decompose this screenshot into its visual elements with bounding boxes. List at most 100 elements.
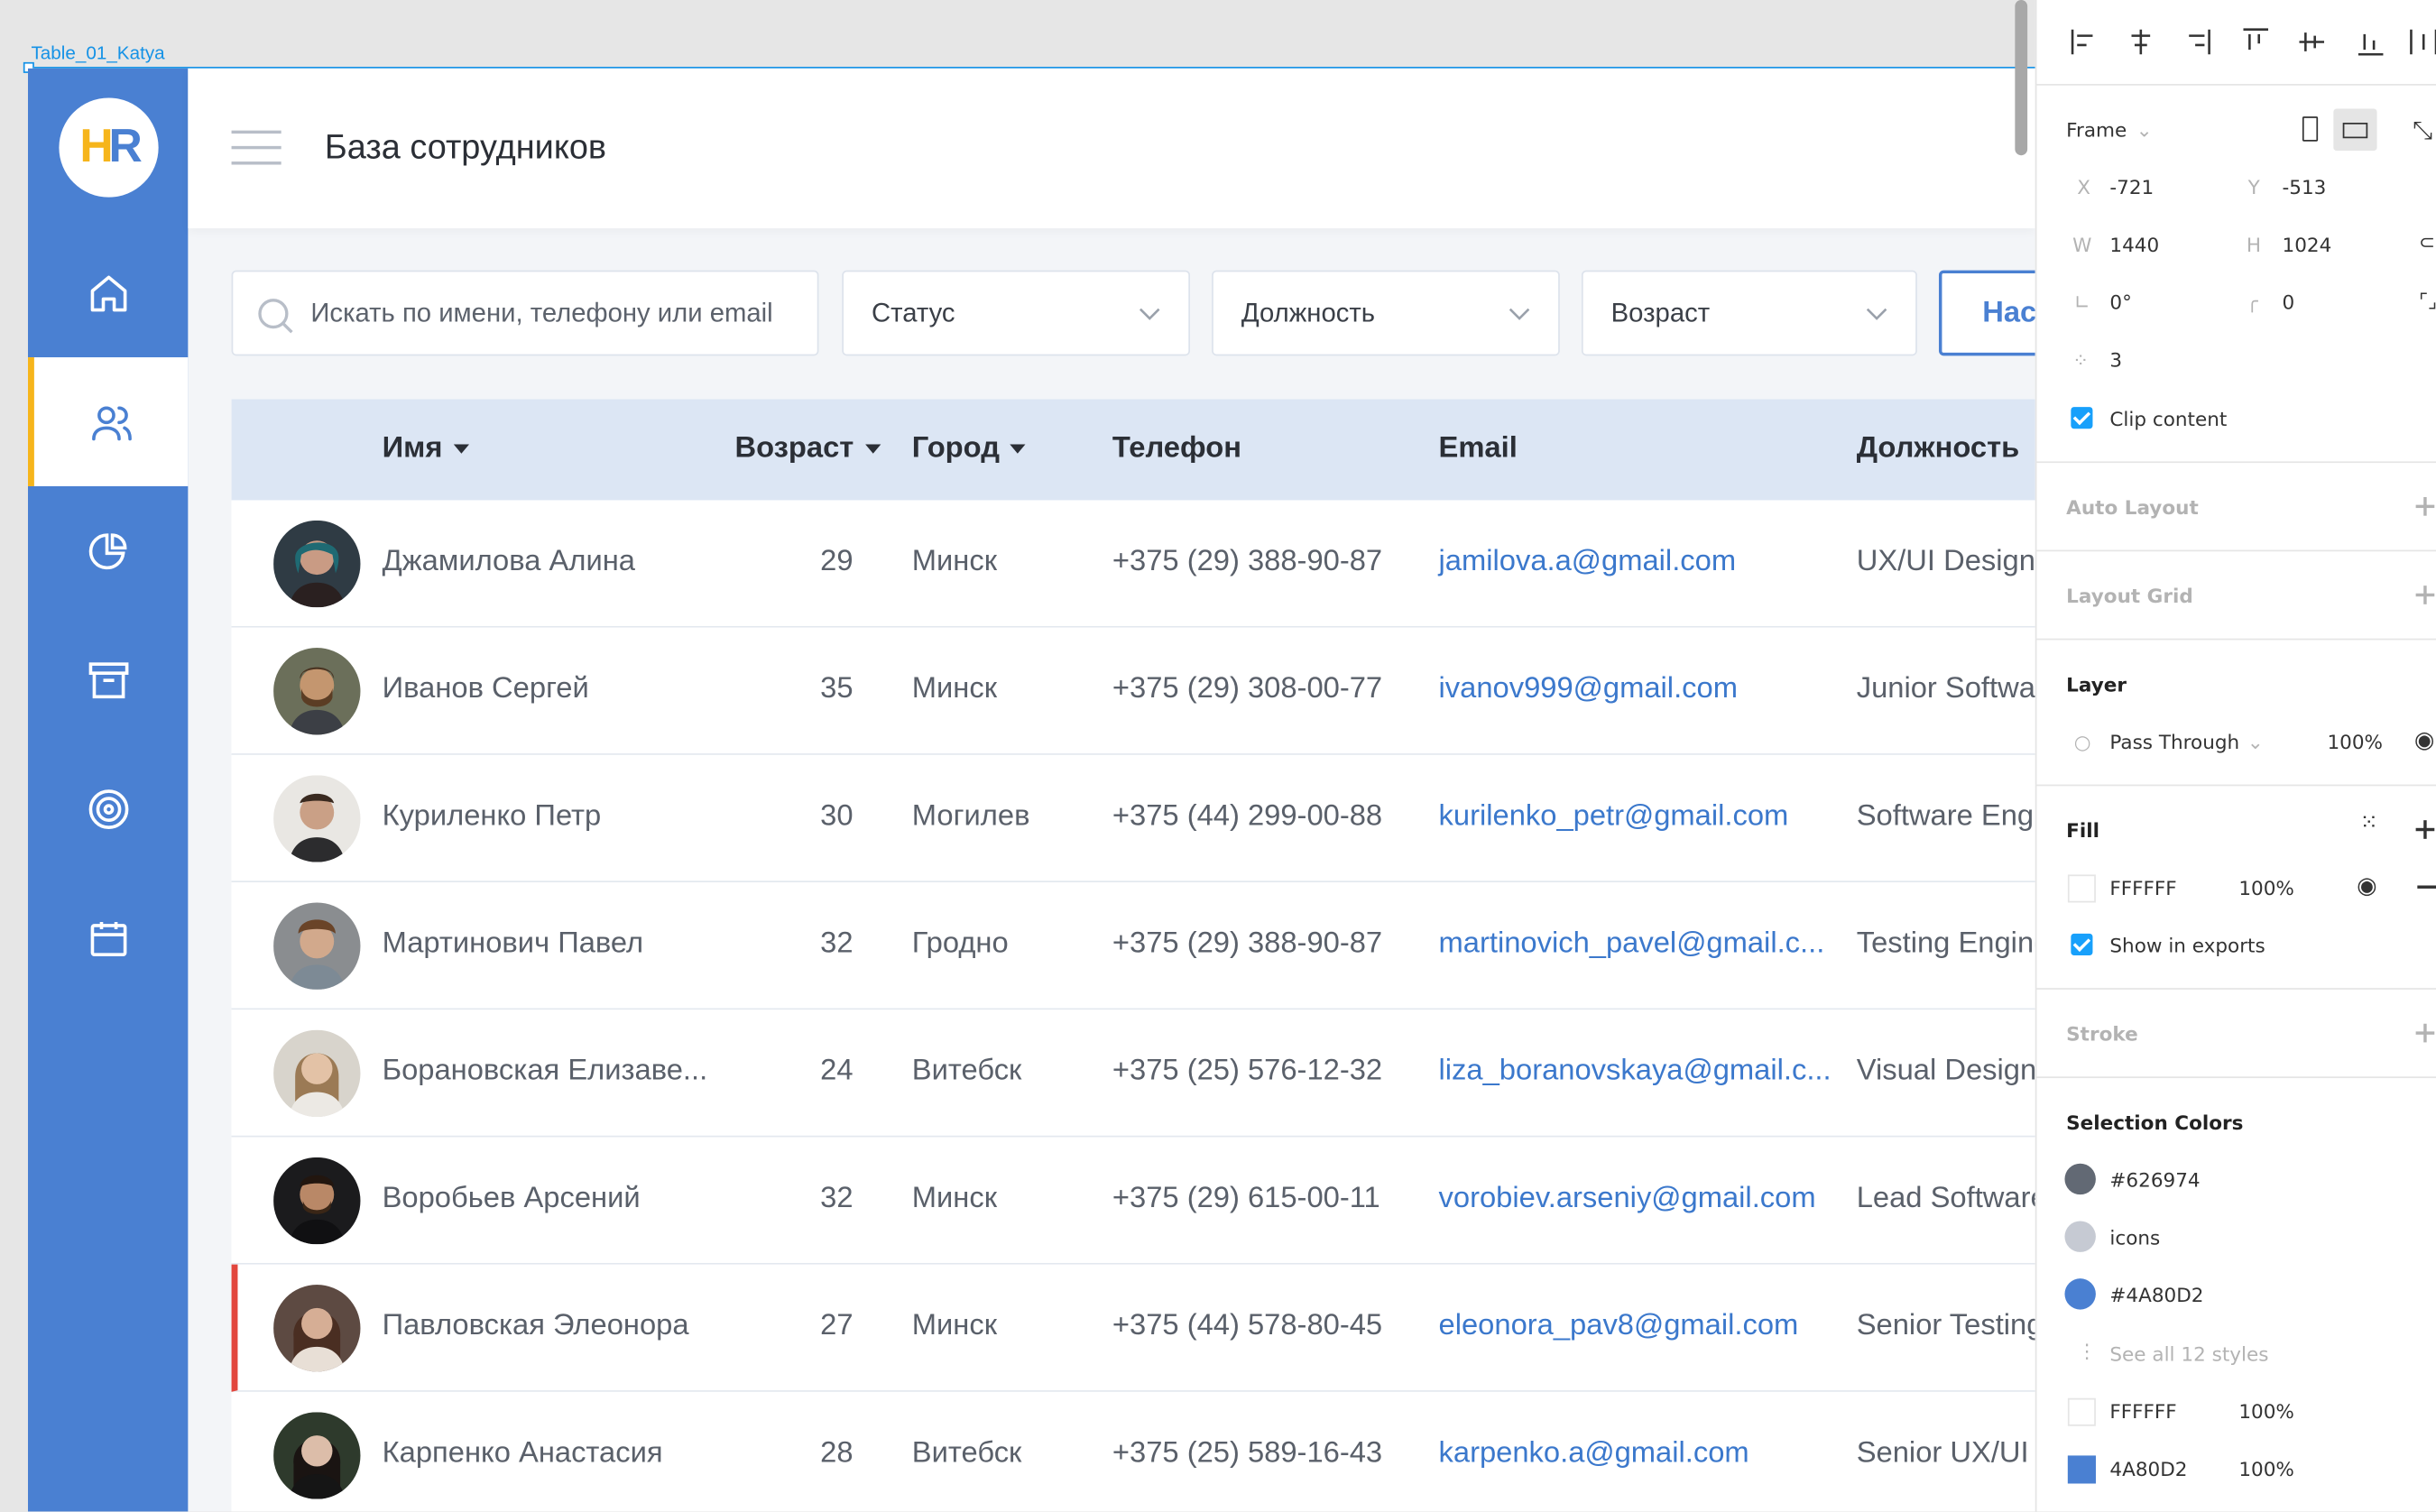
- style-grid-icon[interactable]: ⁙: [2360, 811, 2378, 836]
- remove-fill-icon[interactable]: [2417, 885, 2436, 889]
- chevron-down-icon: [1866, 308, 1887, 320]
- x-label: X: [2077, 175, 2091, 199]
- frame-label[interactable]: Table_01_Katya: [31, 41, 164, 63]
- height-field[interactable]: 1024: [2283, 233, 2332, 256]
- frame-type-label: Frame: [2066, 117, 2127, 142]
- points-field[interactable]: 3: [2109, 348, 2122, 372]
- column-header-position: Должность: [1856, 431, 2020, 465]
- fill-hex-field[interactable]: FFFFFF: [2109, 876, 2176, 899]
- align-bottom-icon[interactable]: [2354, 25, 2388, 60]
- table-row[interactable]: Джамилова Алина 29 Минск +375 (29) 388-9…: [231, 500, 2035, 628]
- selection-color-swatch[interactable]: [2064, 1221, 2096, 1252]
- chevron-down-icon: [1139, 308, 1160, 320]
- employee-email[interactable]: liza_boranovskaya@gmail.c...: [1439, 1055, 1832, 1089]
- distribute-icon[interactable]: [2406, 25, 2436, 60]
- position-dropdown-label: Должность: [1241, 297, 1376, 327]
- resize-icon[interactable]: ⤡: [2413, 115, 2432, 145]
- employee-email[interactable]: martinovich_pavel@gmail.c...: [1439, 927, 1825, 962]
- independent-corners-icon[interactable]: ⌜⌟: [2419, 289, 2436, 312]
- table-row[interactable]: Карпенко Анастасия 28 Витебск +375 (25) …: [231, 1391, 2035, 1512]
- color-opacity[interactable]: 100%: [2238, 1457, 2294, 1480]
- table-row[interactable]: Воробьев Арсений 32 Минск +375 (29) 615-…: [231, 1137, 2035, 1265]
- rotation-field[interactable]: 0°: [2109, 290, 2131, 314]
- nav-employees[interactable]: [27, 357, 189, 486]
- align-left-icon[interactable]: [2068, 25, 2102, 60]
- frame-type-dropdown[interactable]: Frame ⌄: [2066, 118, 2152, 142]
- employee-position: Software Engi: [1856, 799, 2035, 833]
- table-row[interactable]: Мартинович Павел 32 Гродно +375 (29) 388…: [231, 882, 2035, 1010]
- eye-icon[interactable]: ◉: [2414, 725, 2435, 753]
- column-header-city[interactable]: Город: [912, 432, 1027, 466]
- status-dropdown[interactable]: Статус: [842, 270, 1191, 356]
- hr-logo[interactable]: HR: [59, 97, 159, 198]
- align-horizontal-center-icon[interactable]: [2124, 25, 2158, 60]
- corner-radius-field[interactable]: 0: [2283, 290, 2295, 314]
- employee-email[interactable]: ivanov999@gmail.com: [1439, 673, 1738, 707]
- users-icon: [91, 405, 132, 440]
- table-row[interactable]: Павловская Элеонора 27 Минск +375 (44) 5…: [231, 1264, 2035, 1392]
- employee-name: Воробьев Арсений: [382, 1182, 641, 1215]
- employee-age: 32: [820, 927, 854, 961]
- table-row[interactable]: Иванов Сергей 35 Минск +375 (29) 308-00-…: [231, 627, 2035, 755]
- column-header-email: Email: [1438, 431, 1518, 465]
- selection-color-swatch[interactable]: [2064, 1278, 2096, 1310]
- nav-calendar[interactable]: [28, 873, 188, 1002]
- align-top-icon[interactable]: [2238, 25, 2273, 60]
- column-header-name[interactable]: Имя: [383, 432, 469, 466]
- selection-color-label[interactable]: icons: [2109, 1226, 2160, 1249]
- color-swatch[interactable]: [2067, 1397, 2096, 1426]
- fill-opacity-field[interactable]: 100%: [2238, 876, 2294, 899]
- color-hex[interactable]: 4A80D2: [2109, 1457, 2187, 1480]
- add-stroke-icon[interactable]: [2415, 1023, 2435, 1043]
- avatar: [273, 1285, 361, 1372]
- top-bar: База сотрудников: [188, 68, 2035, 229]
- add-fill-icon[interactable]: [2415, 820, 2435, 839]
- settings-button[interactable]: Нас: [1938, 270, 2035, 356]
- search-input[interactable]: Искать по имени, телефону или email: [231, 270, 819, 356]
- age-dropdown[interactable]: Возраст: [1581, 270, 1917, 356]
- menu-icon[interactable]: [231, 130, 281, 165]
- table-row[interactable]: Борановская Елизаве... 24 Витебск +375 (…: [231, 1010, 2035, 1138]
- nav-analytics[interactable]: [28, 486, 188, 615]
- landscape-toggle[interactable]: [2333, 108, 2377, 152]
- fill-swatch[interactable]: [2067, 874, 2096, 903]
- selection-color-label[interactable]: #4A80D2: [2109, 1283, 2203, 1306]
- nav-archive[interactable]: [28, 615, 188, 744]
- nav-goals[interactable]: [28, 744, 188, 873]
- add-auto-layout-icon[interactable]: [2415, 497, 2435, 516]
- position-dropdown[interactable]: Должность: [1212, 270, 1560, 356]
- employee-email[interactable]: karpenko.a@gmail.com: [1439, 1437, 1749, 1471]
- landscape-icon: [2342, 123, 2368, 139]
- add-layout-grid-icon[interactable]: [2415, 585, 2435, 604]
- column-header-age[interactable]: Возраст: [734, 432, 881, 466]
- search-icon: [258, 299, 293, 334]
- y-field[interactable]: -513: [2283, 176, 2327, 199]
- employee-city: Минск: [911, 1182, 998, 1215]
- nav-home[interactable]: [28, 228, 188, 357]
- color-swatch[interactable]: [2067, 1455, 2096, 1484]
- clip-content-checkbox[interactable]: [2071, 407, 2093, 429]
- constrain-proportions-icon[interactable]: ⊂⊃: [2419, 230, 2436, 254]
- width-field[interactable]: 1440: [2109, 233, 2159, 256]
- table-row[interactable]: Куриленко Петр 30 Могилев +375 (44) 299-…: [231, 754, 2035, 883]
- selection-color-swatch[interactable]: [2064, 1163, 2096, 1195]
- employee-email[interactable]: jamilova.a@gmail.com: [1439, 545, 1737, 579]
- employee-email[interactable]: eleonora_pav8@gmail.com: [1439, 1310, 1799, 1344]
- align-right-icon[interactable]: [2180, 25, 2214, 60]
- color-opacity[interactable]: 100%: [2238, 1399, 2294, 1423]
- employee-age: 35: [820, 672, 854, 705]
- align-vertical-center-icon[interactable]: [2294, 25, 2329, 60]
- selection-color-label[interactable]: #626974: [2109, 1168, 2200, 1192]
- layer-opacity-field[interactable]: 100%: [2327, 730, 2383, 753]
- portrait-icon[interactable]: [2302, 116, 2319, 142]
- employee-email[interactable]: kurilenko_petr@gmail.com: [1439, 800, 1789, 834]
- show-in-exports-checkbox[interactable]: [2071, 933, 2093, 955]
- x-field[interactable]: -721: [2109, 176, 2154, 199]
- eye-icon[interactable]: ◉: [2357, 871, 2377, 899]
- employee-email[interactable]: vorobiev.arseniy@gmail.com: [1439, 1182, 1816, 1216]
- blend-mode-dropdown[interactable]: Pass Through ⌄: [2109, 730, 2263, 753]
- see-all-styles-link[interactable]: See all 12 styles: [2109, 1342, 2268, 1366]
- employees-table: Имя Возраст Город Телефон Email Должност…: [231, 399, 2035, 1512]
- canvas-scrollbar[interactable]: [2015, 0, 2028, 156]
- color-hex[interactable]: FFFFFF: [2109, 1399, 2176, 1423]
